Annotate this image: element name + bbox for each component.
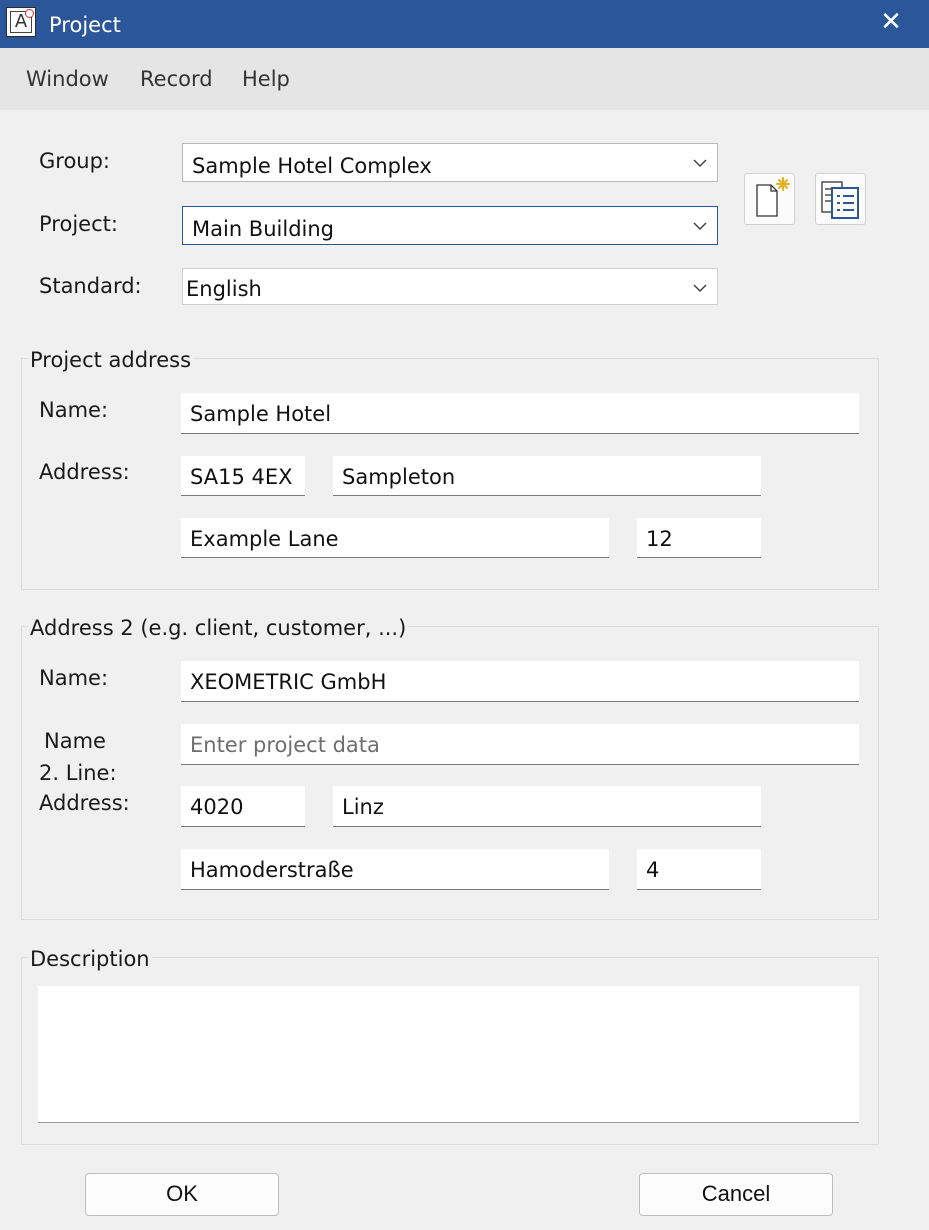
new-document-icon — [756, 177, 790, 217]
chevron-down-icon — [693, 222, 707, 231]
project-label: Project: — [39, 212, 118, 236]
new-project-button[interactable] — [744, 173, 795, 225]
address2-postcode-input[interactable]: 4020 — [181, 786, 305, 827]
menu-help[interactable]: Help — [242, 66, 290, 92]
address2-name-input[interactable]: XEOMETRIC GmbH — [181, 661, 859, 702]
document-list-icon — [821, 181, 859, 219]
description-title: Description — [28, 946, 152, 972]
project-number-input[interactable]: 12 — [637, 518, 761, 558]
group-select-value: Sample Hotel Complex — [192, 154, 432, 178]
standard-select[interactable]: English — [182, 268, 718, 305]
project-address-label: Address: — [39, 460, 130, 484]
project-name-value: Sample Hotel — [190, 402, 332, 426]
project-street-value: Example Lane — [190, 527, 339, 551]
title-bar: A Project ✕ — [0, 0, 929, 48]
address2-name-label: Name: — [39, 666, 109, 690]
close-icon[interactable]: ✕ — [876, 6, 906, 38]
address2-city-input[interactable]: Linz — [333, 786, 761, 827]
project-city-input[interactable]: Sampleton — [333, 456, 761, 496]
address2-street-value: Hamoderstraße — [190, 858, 354, 882]
address2-name-value: XEOMETRIC GmbH — [190, 670, 387, 694]
project-address-title: Project address — [28, 347, 194, 373]
address2-number-input[interactable]: 4 — [637, 849, 761, 890]
chevron-down-icon — [693, 284, 707, 293]
project-name-label: Name: — [39, 398, 109, 422]
address2-name2-placeholder: Enter project data — [190, 733, 380, 757]
app-icon-badge — [25, 9, 34, 18]
address2-postcode-value: 4020 — [190, 795, 244, 819]
cancel-button[interactable]: Cancel — [639, 1173, 833, 1216]
window-title: Project — [49, 13, 121, 37]
project-street-input[interactable]: Example Lane — [181, 518, 609, 558]
address2-city-value: Linz — [342, 795, 384, 819]
menu-bar: Window Record Help — [0, 48, 929, 110]
group-label: Group: — [39, 149, 111, 173]
project-list-button[interactable] — [815, 173, 866, 225]
app-icon: A — [6, 7, 36, 37]
address2-name2-label: Name — [44, 729, 106, 753]
description-textarea[interactable] — [38, 986, 859, 1123]
ok-button[interactable]: OK — [85, 1173, 279, 1216]
address2-title: Address 2 (e.g. client, customer, ...) — [28, 615, 409, 641]
address2-name2-input[interactable]: Enter project data — [181, 724, 859, 765]
project-select-value: Main Building — [192, 217, 334, 241]
address2-address-label: Address: — [39, 791, 130, 815]
project-name-input[interactable]: Sample Hotel — [181, 393, 859, 434]
address2-name2-label-line2: 2. Line: — [39, 761, 117, 785]
standard-select-value: English — [186, 277, 262, 301]
project-number-value: 12 — [646, 527, 673, 551]
project-city-value: Sampleton — [342, 465, 456, 489]
standard-label: Standard: — [39, 274, 142, 298]
menu-record[interactable]: Record — [140, 66, 213, 92]
project-select[interactable]: Main Building — [182, 206, 718, 245]
project-postcode-value: SA15 4EX — [190, 465, 293, 489]
address2-number-value: 4 — [646, 858, 660, 882]
chevron-down-icon — [693, 159, 707, 168]
group-select[interactable]: Sample Hotel Complex — [182, 143, 718, 182]
address2-street-input[interactable]: Hamoderstraße — [181, 849, 609, 890]
project-postcode-input[interactable]: SA15 4EX — [181, 456, 305, 496]
menu-window[interactable]: Window — [26, 66, 109, 92]
